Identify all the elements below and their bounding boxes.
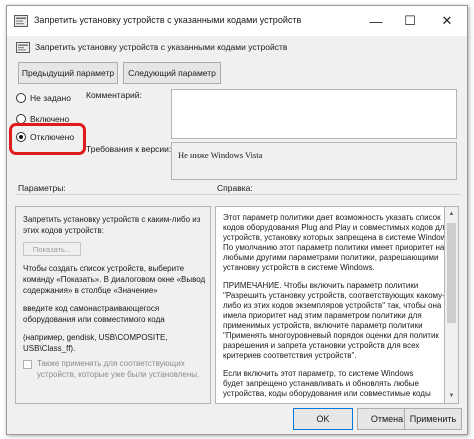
supported-on-field: Не ниже Windows Vista [171, 142, 457, 180]
options-text: Запретить установку устройств с каким-ли… [23, 215, 201, 224]
help-text: По умолчанию этот параметр политики имее… [223, 243, 445, 252]
title-bar[interactable]: Запретить установку устройств с указанны… [7, 6, 467, 36]
options-text: USB\Class_ff). [23, 344, 76, 353]
help-text-panel: Этот параметр политики дает возможность … [215, 206, 445, 404]
help-text: Если включить этот параметр, то системе … [223, 369, 414, 378]
help-text: устройств, установку которых запрещена в… [223, 233, 445, 242]
maximize-button[interactable]: ☐ [393, 6, 427, 36]
options-label: Параметры: [18, 183, 66, 193]
help-text: либо из этих кодов экземпляров устройств… [223, 301, 442, 310]
scroll-thumb[interactable] [447, 223, 456, 323]
policy-header: Запретить установку устройств с указанны… [7, 36, 467, 58]
help-text: устройства, коды оборудования или совмес… [223, 389, 431, 398]
apply-existing-checkbox[interactable] [23, 360, 32, 369]
supported-on-value: Не ниже Windows Vista [178, 150, 263, 160]
radio-indicator [16, 93, 26, 103]
help-text: любыми другими параметрами политики, раз… [223, 253, 439, 262]
comment-textarea[interactable] [171, 89, 457, 139]
scroll-up-arrow-icon[interactable]: ▲ [445, 207, 458, 221]
close-button[interactable]: ✕ [427, 6, 467, 36]
options-text: оборудования или совместимого кода [23, 315, 165, 324]
options-text: (например, gendisk, USB\COMPOSITE, [23, 333, 168, 342]
options-text: команду «Показать». В диалоговом окне «В… [23, 275, 206, 284]
help-text: имела приоритет над этим параметром поли… [223, 311, 422, 320]
policy-dialog: Запретить установку устройств с указанны… [6, 5, 468, 435]
red-highlight-frame [9, 123, 86, 155]
radio-not-configured[interactable]: Не задано [16, 93, 71, 103]
options-text: этих кодов устройств: [23, 226, 104, 235]
options-text: Чтобы создать список устройств, выберите [23, 264, 185, 273]
minimize-button[interactable]: — [359, 6, 393, 36]
show-button[interactable]: Показать... [23, 242, 81, 256]
help-text: Этот параметр политики дает возможность … [223, 213, 441, 222]
help-text: "Применять многоуровневый порядок оценки… [223, 331, 439, 340]
scroll-down-arrow-icon[interactable]: ▼ [445, 389, 458, 403]
checkbox-label: устройств, которые уже были установлены. [37, 370, 200, 379]
policy-icon [16, 42, 30, 53]
radio-label: Не задано [30, 93, 71, 103]
previous-setting-button[interactable]: Предыдущий параметр [18, 62, 118, 84]
policy-name: Запретить установку устройств с указанны… [35, 42, 288, 52]
help-text: "Разрешить установку устройств, соответс… [223, 291, 445, 300]
supported-on-label: Требования к версии: [86, 144, 172, 154]
help-text: разрешения и запрета установки устройств… [223, 341, 420, 350]
help-text: ПРИМЕЧАНИЕ. Чтобы включить параметр поли… [223, 281, 419, 290]
window-title: Запретить установку устройств с указанны… [34, 15, 302, 25]
help-text: применимых устройств, включите параметр … [223, 321, 423, 330]
ok-button[interactable]: OK [293, 408, 353, 430]
options-text: содержания» в столбце «Значение» [23, 286, 158, 295]
help-scrollbar[interactable]: ▲ ▼ [445, 206, 459, 404]
next-setting-button[interactable]: Следующий параметр [123, 62, 221, 84]
help-text: будет запрещено устанавливать и обновлят… [223, 379, 419, 388]
policy-settings-icon [14, 15, 28, 27]
options-text: введите код самонастраивающегося [23, 304, 160, 313]
apply-button[interactable]: Применить [404, 408, 462, 430]
options-panel: Запретить установку устройств с каким-ли… [15, 206, 211, 404]
comment-label: Комментарий: [86, 90, 142, 100]
help-text: кодов оборудования Plug and Play и совме… [223, 223, 445, 232]
help-text: критериев соответствия устройств". [223, 351, 357, 360]
checkbox-label: Также применить для соответствующих [37, 359, 185, 368]
help-label: Справка: [217, 183, 253, 193]
section-divider [15, 194, 461, 195]
help-text: установку устройств в системе Windows. [223, 263, 375, 272]
